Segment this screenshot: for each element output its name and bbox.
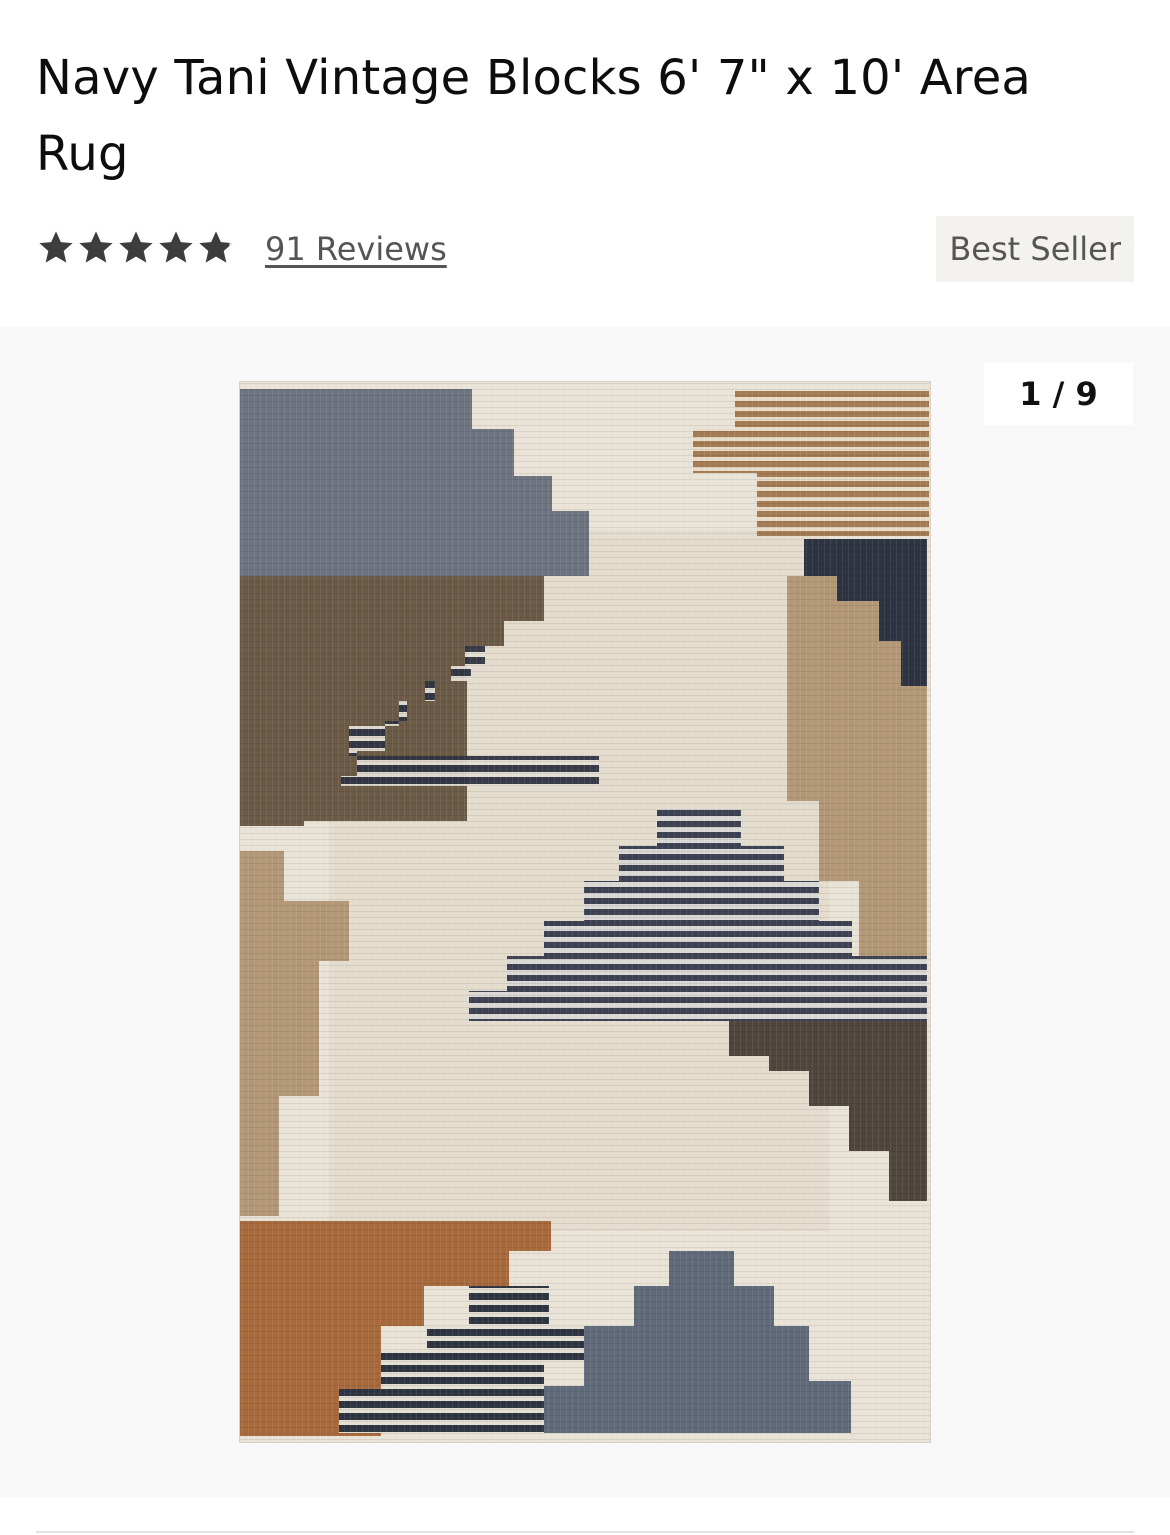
product-title: Navy Tani Vintage Blocks 6' 7" x 10' Are… [36, 50, 1032, 182]
star-half-icon [199, 231, 233, 263]
star-rating[interactable] [36, 228, 236, 272]
reviews-link[interactable]: 91 Reviews [265, 230, 447, 268]
rating-row: 91 Reviews Best Seller [36, 216, 1134, 282]
star-icon [79, 231, 113, 263]
star-icon [119, 231, 153, 263]
image-counter: 1 / 9 [984, 363, 1133, 425]
star-icon [159, 231, 193, 263]
rug-product-image[interactable] [239, 381, 931, 1443]
divider [36, 1531, 1134, 1533]
star-icon [39, 231, 73, 263]
image-gallery[interactable]: 1 / 9 [0, 327, 1170, 1497]
best-seller-badge: Best Seller [936, 216, 1134, 282]
